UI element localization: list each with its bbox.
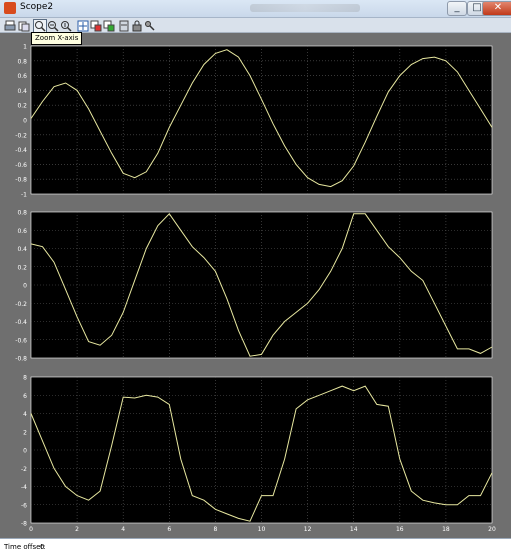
x-tick-label: 16: [396, 526, 404, 533]
x-tick-label: 10: [258, 526, 266, 533]
zoom-x-icon[interactable]: [46, 19, 60, 33]
scope-plots: 10.80.60.40.20-0.2-0.4-0.6-0.8-10.80.60.…: [15, 44, 496, 534]
y-tick-label: 8: [23, 375, 27, 382]
x-tick-label: 0: [29, 526, 33, 533]
y-tick-label: -4: [21, 484, 27, 491]
floating-scope-icon[interactable]: [117, 19, 131, 33]
y-tick-label: -0.2: [15, 132, 27, 139]
y-tick-label: 6: [23, 393, 27, 400]
x-tick-label: 20: [488, 526, 496, 533]
scope-toolbar: [0, 18, 511, 33]
x-tick-label: 8: [213, 526, 217, 533]
save-axes-icon[interactable]: [89, 19, 103, 33]
scope-axes-1: 1 0.8 0.6 0.4 0.2 0 -0.2 -0.4 -0.6 -0.8 -1: [15, 44, 493, 199]
y-tick-label: -0.8: [15, 356, 27, 363]
plot-area: 1 0.8 0.6 0.4 0.2 0 -0.2 -0.4 -0.6 -0.8 -1 0.8 0.6 0.…: [0, 33, 511, 538]
signal-selection-icon[interactable]: [143, 19, 157, 33]
y-tick-label: -0.8: [15, 177, 27, 184]
close-button[interactable]: ✕: [482, 1, 511, 16]
parameters-icon[interactable]: [17, 19, 31, 33]
matlab-app-icon: [4, 2, 16, 14]
y-tick-label: 0.8: [17, 210, 27, 217]
y-tick-label: 1: [23, 44, 27, 51]
autoscale-icon[interactable]: [76, 19, 90, 33]
time-offset-value: 0: [40, 543, 45, 551]
y-tick-label: 2: [23, 429, 27, 436]
scope-axes-3: 86420-2-4-6-80 2 4 6 8 10 12 14 16 18 20: [21, 375, 496, 534]
y-tick-label: -0.4: [15, 319, 27, 326]
minimize-button[interactable]: _: [447, 1, 467, 16]
y-tick-label: 0.6: [17, 228, 27, 235]
y-tick-label: -1: [21, 192, 27, 199]
zoom-x-tooltip: Zoom X-axis: [31, 32, 83, 45]
window-title: Scope2: [20, 2, 54, 12]
status-bar: Time offset: 0: [0, 538, 511, 555]
y-tick-label: 0.2: [17, 103, 27, 110]
y-tick-label: 0: [23, 118, 27, 125]
zoom-icon[interactable]: [33, 19, 47, 33]
y-tick-label: -0.2: [15, 301, 27, 308]
y-tick-label: -6: [21, 502, 27, 509]
x-tick-label: 4: [121, 526, 125, 533]
zoom-y-icon[interactable]: [59, 19, 73, 33]
x-tick-label: 2: [75, 526, 79, 533]
y-tick-label: -2: [21, 466, 27, 473]
y-tick-label: 0.4: [17, 246, 27, 253]
title-bar[interactable]: Scope2 _ □ ✕: [0, 0, 511, 18]
y-tick-label: -0.6: [15, 337, 27, 344]
scope-window: Scope2 _ □ ✕ 1 0.8 0.6 0.4 0.2 0 -0.2 -0…: [0, 0, 511, 555]
x-tick-label: 14: [350, 526, 358, 533]
x-tick-label: 6: [167, 526, 171, 533]
x-tick-label: 18: [442, 526, 450, 533]
y-tick-label: -0.4: [15, 147, 27, 154]
title-bar-glass: [250, 4, 360, 12]
lock-axes-icon[interactable]: [130, 19, 144, 33]
restore-axes-icon[interactable]: [102, 19, 116, 33]
y-tick-label: 0.6: [17, 73, 27, 80]
y-tick-label: -0.6: [15, 162, 27, 169]
y-tick-label: 0.2: [17, 264, 27, 271]
scope-axes-2: 0.8 0.6 0.4 0.2 0 -0.2 -0.4 -0.6 -0.8: [15, 210, 493, 363]
y-tick-label: 0: [23, 448, 27, 455]
y-tick-label: 0: [23, 283, 27, 290]
y-tick-label: -8: [21, 521, 27, 528]
y-tick-label: 0.4: [17, 88, 27, 95]
y-tick-label: 4: [23, 411, 27, 418]
print-icon[interactable]: [3, 19, 17, 33]
y-tick-label: 0.8: [17, 58, 27, 65]
x-tick-label: 12: [304, 526, 312, 533]
